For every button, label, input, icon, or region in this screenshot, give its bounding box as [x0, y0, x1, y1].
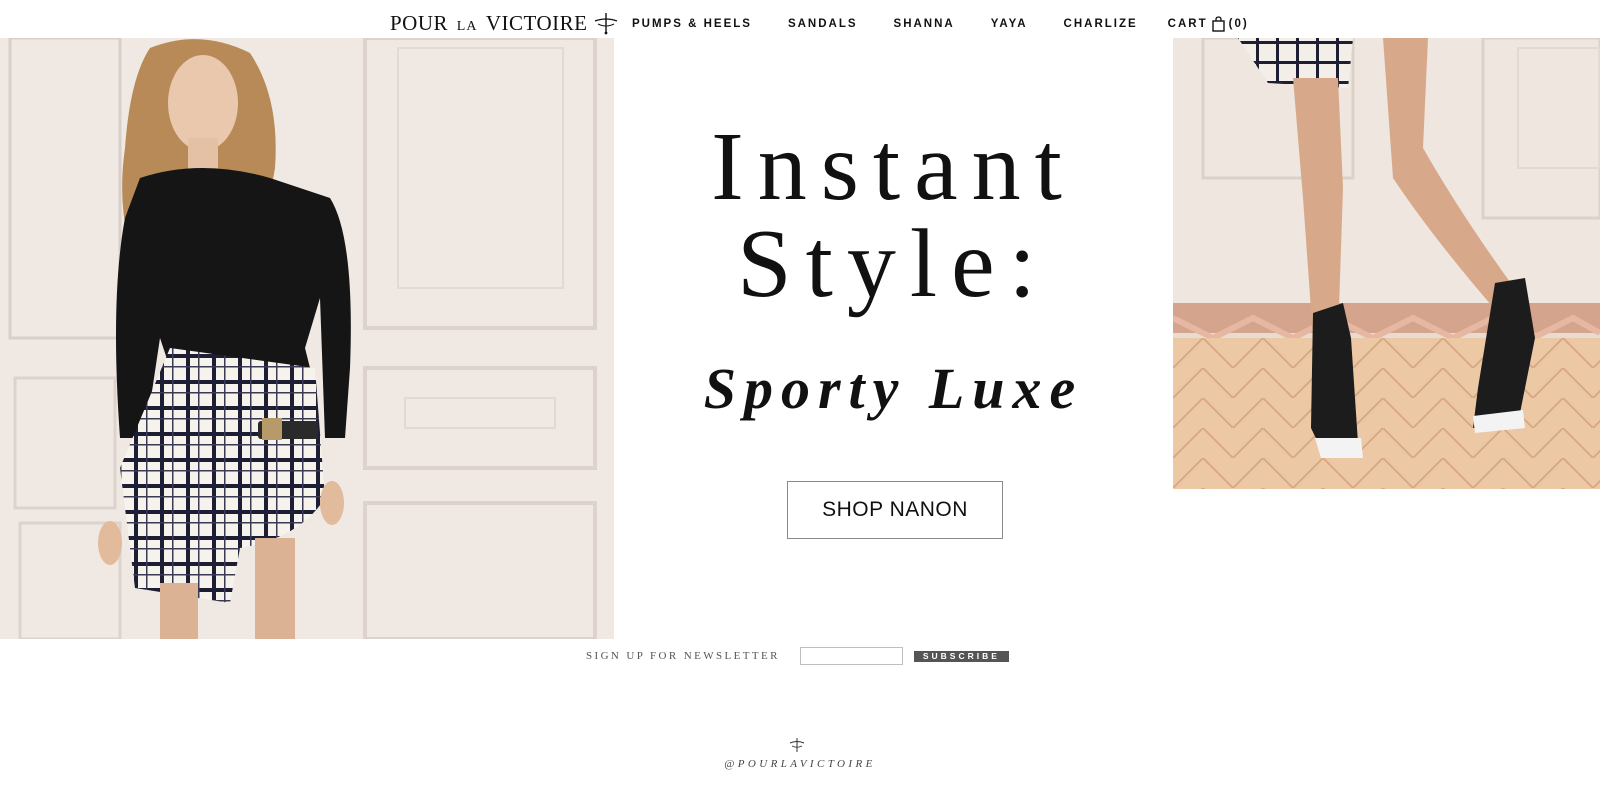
site-header: POUR LA VICTOIRE PUMPS & HEELS SANDALS S…	[0, 0, 1600, 38]
cart-label: CART	[1167, 18, 1208, 30]
nav-item-shanna[interactable]: SHANNA	[894, 18, 955, 30]
logo-word-pour: POUR	[390, 10, 449, 35]
brand-logo[interactable]: POUR LA VICTOIRE	[390, 10, 619, 36]
subscribe-button[interactable]: SUBSCRIBE	[913, 650, 1009, 662]
nav-item-charlize[interactable]: CHARLIZE	[1064, 18, 1138, 30]
main-nav: PUMPS & HEELS SANDALS SHANNA YAYA CHARLI…	[632, 16, 1249, 32]
cart-link[interactable]: CART (0)	[1168, 16, 1249, 32]
shop-nanon-button[interactable]: SHOP NANON	[787, 481, 1003, 539]
hero-photo-model[interactable]	[0, 38, 614, 639]
hero-title-line2: Style:	[737, 210, 1050, 318]
logo-word-la: LA	[456, 18, 478, 34]
newsletter-email-input[interactable]	[799, 647, 903, 665]
hero-photo-boots[interactable]	[1173, 38, 1600, 489]
instagram-handle-link[interactable]: @POURLAVICTOIRE	[0, 758, 1600, 770]
nav-item-yaya[interactable]: YAYA	[991, 18, 1028, 30]
shopping-bag-icon	[1211, 16, 1225, 32]
hero-title-line1: Instant	[711, 113, 1076, 221]
sword-cross-icon	[789, 738, 805, 752]
logo-word-victoire: VICTOIRE	[485, 10, 588, 35]
boots-illustration	[1173, 38, 1600, 489]
sword-cross-icon	[595, 13, 618, 35]
newsletter-signup: SIGN UP FOR NEWSLETTER SUBSCRIBE	[586, 647, 1009, 665]
cart-count: (0)	[1228, 18, 1249, 30]
nav-item-pumps-heels[interactable]: PUMPS & HEELS	[632, 18, 752, 30]
hero-subtitle: Sporty Luxe	[703, 356, 1084, 421]
logo-wordmark: POUR LA VICTOIRE	[390, 11, 587, 36]
newsletter-label: SIGN UP FOR NEWSLETTER	[586, 650, 780, 662]
model-illustration	[0, 38, 614, 639]
nav-item-sandals[interactable]: SANDALS	[788, 18, 858, 30]
